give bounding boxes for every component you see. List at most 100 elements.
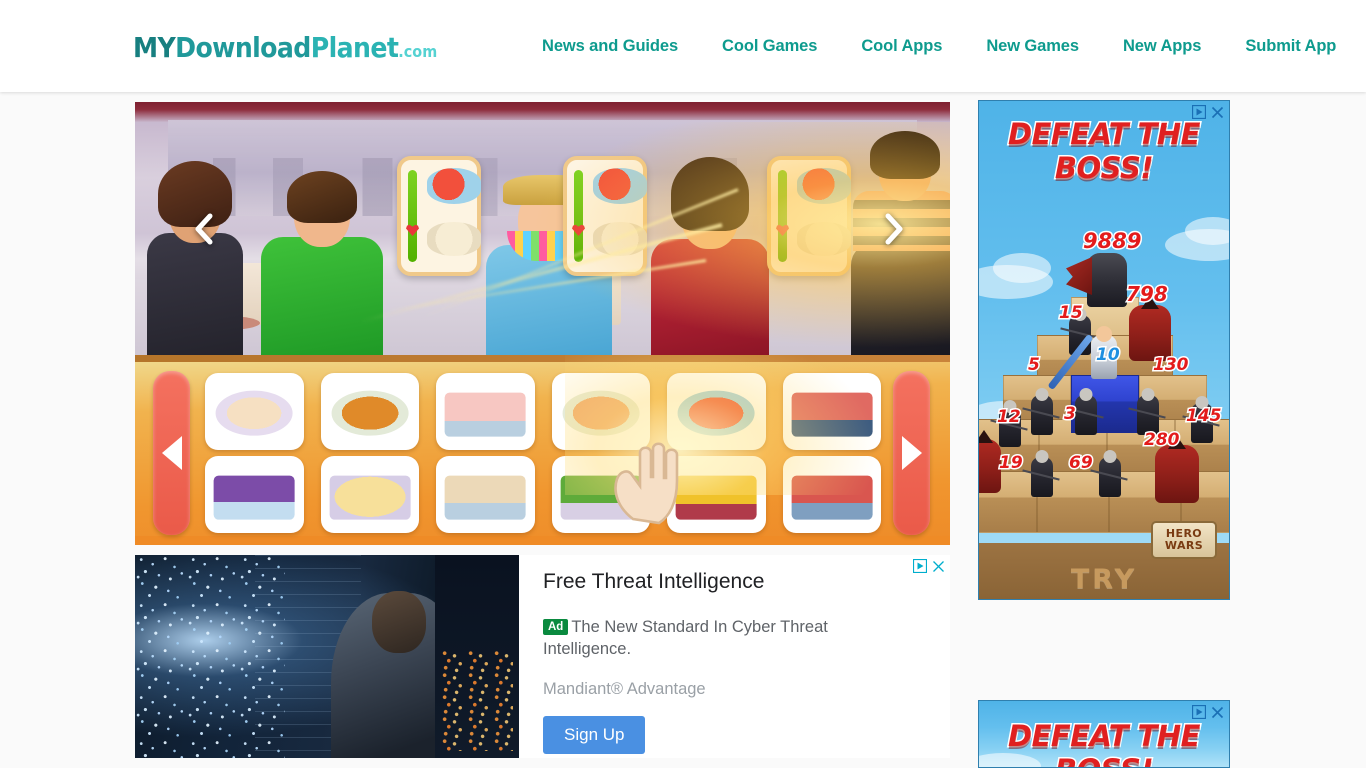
dish-scallops bbox=[444, 475, 526, 520]
try-cta-label[interactable]: TRY bbox=[979, 564, 1229, 595]
adchoices-controls bbox=[913, 559, 945, 573]
nav-item-new-apps[interactable]: New Apps bbox=[1101, 37, 1223, 56]
close-x-icon[interactable] bbox=[1211, 106, 1224, 119]
food-next-button[interactable] bbox=[893, 371, 930, 535]
carousel-prev-button[interactable] bbox=[187, 206, 221, 252]
enemy-power-number: 5 bbox=[1027, 354, 1042, 377]
demon-unit bbox=[1155, 445, 1199, 503]
page-content: Free Threat Intelligence Ad The New Stand… bbox=[0, 92, 1366, 768]
enemy-power-number: 12 bbox=[996, 406, 1023, 429]
screenshot-carousel[interactable] bbox=[135, 102, 950, 545]
close-x-icon[interactable] bbox=[1211, 706, 1224, 719]
food-item[interactable] bbox=[782, 456, 881, 533]
dish-raw-chicken bbox=[444, 392, 526, 437]
ad-brand-name: Mandiant® Advantage bbox=[543, 680, 706, 698]
order-timer-bar bbox=[574, 170, 583, 262]
adchoices-triangle-icon[interactable] bbox=[1192, 105, 1206, 119]
close-x-icon[interactable] bbox=[932, 560, 945, 573]
enemy-power-number: 69 bbox=[1068, 452, 1095, 475]
ad-description: Ad The New Standard In Cyber Threat Intel… bbox=[543, 616, 865, 660]
adchoices-triangle-icon[interactable] bbox=[1192, 705, 1206, 719]
enemy-power-number: 10 bbox=[1095, 344, 1122, 367]
sidebar-advertisement-primary[interactable]: DEFEAT THE BOSS! HERO WARS TRY 9889 798 … bbox=[978, 100, 1230, 600]
triangle-left-icon bbox=[161, 436, 182, 470]
food-item[interactable] bbox=[782, 373, 881, 450]
enemy-unit bbox=[1031, 457, 1053, 497]
ad-title: DEFEAT THE BOSS! bbox=[1007, 116, 1202, 187]
ad-hero-image bbox=[135, 555, 519, 758]
enemy-power-number: 798 bbox=[1125, 281, 1170, 308]
order-timer-bar bbox=[778, 170, 787, 262]
enemy-unit bbox=[1031, 395, 1053, 435]
food-item[interactable] bbox=[551, 456, 650, 533]
main-navigation: News and Guides Cool Games Cool Apps New… bbox=[520, 0, 1358, 92]
food-prev-button[interactable] bbox=[153, 371, 190, 535]
food-item[interactable] bbox=[436, 456, 535, 533]
panel-top-border bbox=[135, 355, 950, 362]
adchoices-controls bbox=[1192, 105, 1224, 119]
dish-bbq-ribs bbox=[331, 390, 409, 436]
food-item[interactable] bbox=[320, 456, 419, 533]
dish-fish-fillet bbox=[215, 390, 293, 436]
demon-unit bbox=[979, 439, 1001, 493]
food-item[interactable] bbox=[667, 456, 766, 533]
order-card bbox=[767, 156, 851, 276]
adchoices-triangle-icon[interactable] bbox=[913, 559, 927, 573]
demon-unit bbox=[1129, 305, 1171, 361]
dish-raw-beef bbox=[791, 475, 873, 520]
food-item-selected[interactable] bbox=[667, 373, 766, 450]
dish-shrimp bbox=[562, 390, 640, 436]
server-rack bbox=[435, 555, 519, 758]
logo-part-dotcom: .com bbox=[398, 42, 438, 61]
ad-badge: Ad bbox=[543, 619, 569, 635]
ad-headline[interactable]: Free Threat Intelligence bbox=[543, 569, 936, 595]
game-character-man-green-shirt bbox=[257, 159, 387, 355]
enemy-power-number: 9889 bbox=[1081, 228, 1142, 255]
game-character-woman-black-dress bbox=[141, 161, 249, 355]
pyramid-battlefield: HERO WARS TRY bbox=[979, 253, 1229, 599]
enemy-power-number: 19 bbox=[998, 452, 1025, 475]
server-indicator-lights bbox=[441, 651, 513, 751]
sidebar-advertisement-secondary[interactable]: DEFEAT THE BOSS! bbox=[978, 700, 1230, 768]
logo-part-planet: Planet bbox=[310, 31, 399, 64]
bottom-advertisement[interactable]: Free Threat Intelligence Ad The New Stand… bbox=[135, 555, 950, 758]
food-item[interactable] bbox=[205, 373, 304, 450]
dish-cream-soup bbox=[329, 475, 411, 520]
game-character-woman-red-dress bbox=[647, 157, 773, 355]
nav-item-news-and-guides[interactable]: News and Guides bbox=[520, 37, 700, 56]
order-timer-bar bbox=[408, 170, 417, 262]
brand-line-2: WARS bbox=[1164, 539, 1204, 552]
dish-lobster-platter bbox=[677, 390, 755, 436]
order-card bbox=[397, 156, 481, 276]
panel-bottom-border bbox=[135, 536, 950, 545]
food-items-grid bbox=[205, 373, 881, 533]
adchoices-controls bbox=[1192, 705, 1224, 719]
hero-wars-logo: HERO WARS bbox=[1151, 521, 1217, 559]
dish-salami bbox=[791, 392, 873, 437]
ad-signup-button[interactable]: Sign Up bbox=[543, 716, 646, 754]
enemy-power-number: 145 bbox=[1185, 405, 1223, 428]
food-item[interactable] bbox=[436, 373, 535, 450]
logo-part-download: Download bbox=[175, 31, 311, 64]
food-selection-panel bbox=[135, 355, 950, 545]
nav-item-cool-games[interactable]: Cool Games bbox=[700, 37, 839, 56]
enemy-power-number: 15 bbox=[1058, 302, 1085, 325]
enemy-power-number: 3 bbox=[1063, 403, 1078, 426]
dish-lobster bbox=[797, 168, 851, 204]
dish-noodles bbox=[675, 475, 757, 520]
site-header: MYDownloadPlanet.com News and Guides Coo… bbox=[0, 0, 1366, 92]
nav-item-cool-apps[interactable]: Cool Apps bbox=[839, 37, 964, 56]
food-item[interactable] bbox=[551, 373, 650, 450]
enemy-power-number: 130 bbox=[1152, 354, 1190, 377]
boss-zombie-unit bbox=[1066, 253, 1127, 307]
carousel-next-button[interactable] bbox=[877, 206, 911, 252]
nav-item-new-games[interactable]: New Games bbox=[964, 37, 1101, 56]
enemy-unit bbox=[1075, 395, 1097, 435]
site-logo[interactable]: MYDownloadPlanet.com bbox=[133, 31, 437, 64]
dish-cream bbox=[427, 222, 481, 256]
food-item[interactable] bbox=[205, 456, 304, 533]
nav-item-submit-app[interactable]: Submit App bbox=[1223, 37, 1358, 56]
dish-cream bbox=[797, 222, 851, 256]
food-item[interactable] bbox=[320, 373, 419, 450]
person-head bbox=[372, 591, 426, 653]
